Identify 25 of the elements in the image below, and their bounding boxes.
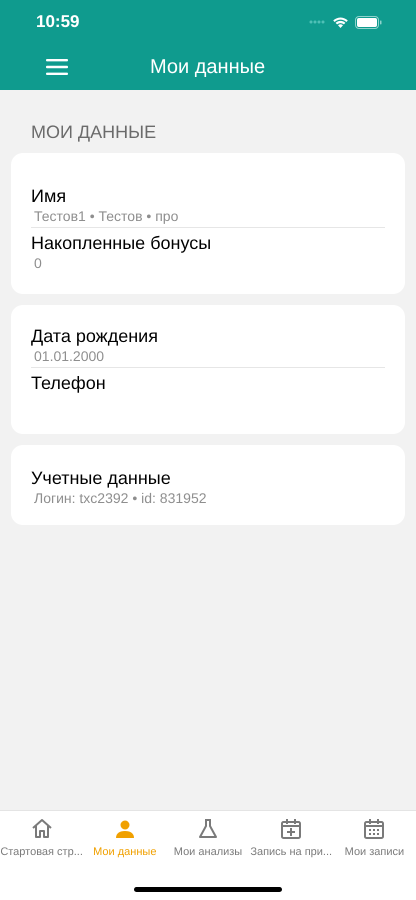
calendar-plus-icon <box>279 817 304 841</box>
menu-icon[interactable] <box>46 59 68 75</box>
section-header: МОИ ДАННЫЕ <box>30 121 158 144</box>
tab-item[interactable]: Мои данные <box>83 817 166 858</box>
tab-item[interactable]: Мои анализы <box>166 817 250 858</box>
flask-icon <box>196 817 220 841</box>
field-label: Учетные данные <box>31 467 172 489</box>
field-label: Дата рождения <box>31 325 159 347</box>
tab-item[interactable]: Запись на при... <box>250 817 333 858</box>
status-time: 10:59 <box>36 12 80 32</box>
field-value: 01.01.2000 <box>33 347 106 365</box>
field-value: Логин: txc2392 • id: 831952 <box>33 489 208 507</box>
tab-item[interactable]: Стартовая стр... <box>0 817 84 858</box>
tab-item[interactable]: Мои записи <box>332 817 416 858</box>
home-icon <box>30 817 54 841</box>
field-label: Имя <box>31 185 68 207</box>
signal-icon <box>309 20 326 24</box>
field-label: Телефон <box>31 372 107 394</box>
field-value: Тестов1 • Тестов • про <box>33 207 180 225</box>
battery-icon <box>355 16 382 28</box>
wifi-icon <box>332 16 349 28</box>
calendar-icon <box>362 817 386 841</box>
field-value: 0 <box>33 254 43 272</box>
screen-title: Мои данные <box>150 56 266 78</box>
field-label: Накопленные бонусы <box>31 232 212 254</box>
